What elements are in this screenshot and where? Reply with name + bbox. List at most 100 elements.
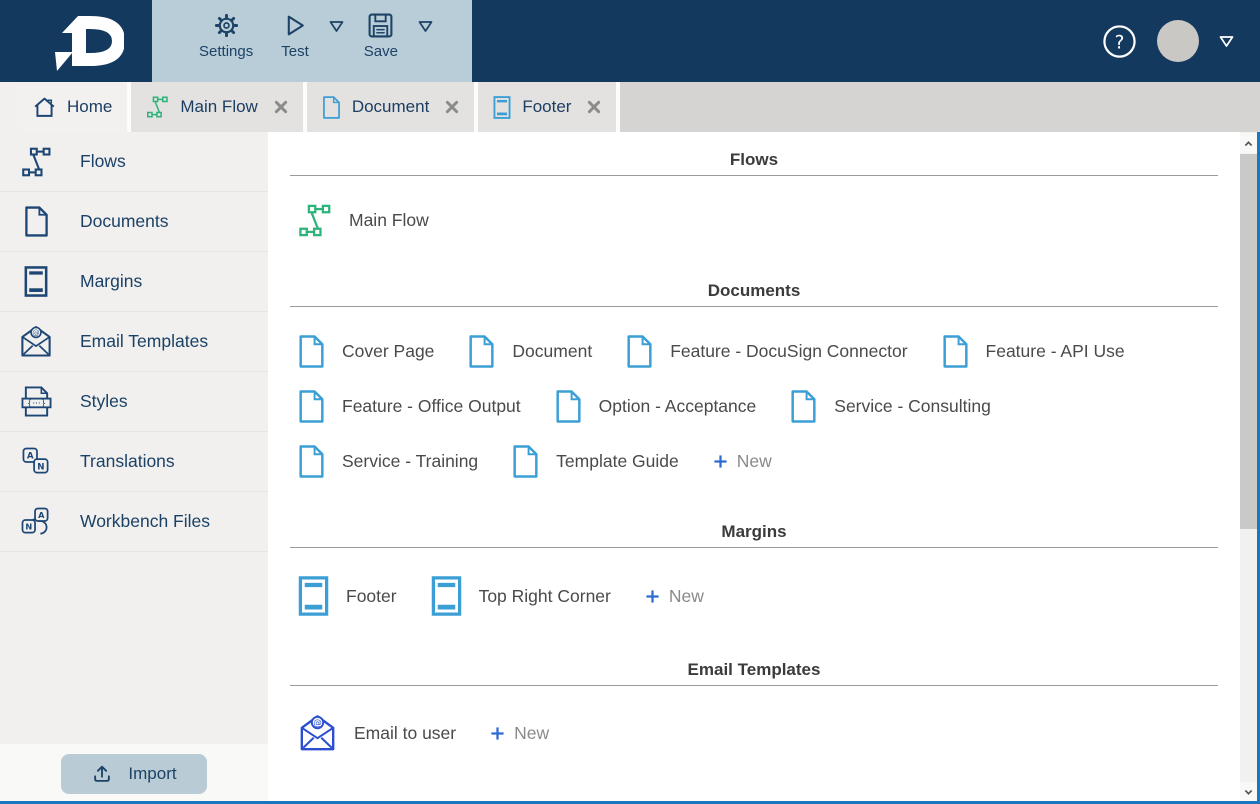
home-icon xyxy=(33,96,56,119)
section-items: Cover Page Document Feature - DocuSign Con… xyxy=(298,335,1168,478)
svg-text:N: N xyxy=(25,522,32,532)
section-items: @ Email to user New xyxy=(298,714,1168,752)
workbench-icon: AN xyxy=(16,507,56,536)
sidebar-item-margins[interactable]: Margins xyxy=(0,252,268,312)
sections-container: Flows Main Flow Documents Cover Page Documen… xyxy=(290,132,1218,752)
test-dropdown-icon[interactable] xyxy=(323,20,350,33)
close-tab-icon[interactable] xyxy=(587,100,601,114)
play-icon xyxy=(281,12,308,39)
flow-icon xyxy=(146,96,169,118)
document-icon xyxy=(512,445,539,478)
section-margins: Margins Footer Top Right Corner New xyxy=(290,522,1218,616)
document-icon xyxy=(298,445,325,478)
help-button[interactable]: ? xyxy=(1102,24,1137,59)
item-email-to-user[interactable]: @ Email to user xyxy=(298,714,456,752)
section-documents: Documents Cover Page Document Feature - Doc… xyxy=(290,281,1218,478)
scrollbar[interactable] xyxy=(1240,132,1257,804)
margin-icon xyxy=(431,576,462,616)
new-button[interactable]: New xyxy=(645,586,704,607)
toolbar: Settings Test Save xyxy=(152,0,472,82)
scroll-down-button[interactable] xyxy=(1240,782,1257,802)
document-icon xyxy=(942,335,969,368)
section-flows: Flows Main Flow xyxy=(290,150,1218,237)
close-tab-icon[interactable] xyxy=(445,100,459,114)
document-icon xyxy=(468,335,495,368)
new-button[interactable]: New xyxy=(490,723,549,744)
item-top-right-corner[interactable]: Top Right Corner xyxy=(431,576,611,616)
plus-icon xyxy=(645,589,660,604)
margin-icon xyxy=(298,576,329,616)
svg-text:A: A xyxy=(38,510,45,520)
tabbar-spacer xyxy=(0,82,18,132)
item-option-acceptance[interactable]: Option - Acceptance xyxy=(555,390,756,423)
item-feature-api-use[interactable]: Feature - API Use xyxy=(942,335,1125,368)
item-service-training[interactable]: Service - Training xyxy=(298,445,478,478)
tab-main-flow[interactable]: Main Flow xyxy=(131,82,307,132)
section-items: Footer Top Right Corner New xyxy=(298,576,1168,616)
margin-icon xyxy=(16,266,56,297)
item-service-consulting[interactable]: Service - Consulting xyxy=(790,390,991,423)
svg-text:N: N xyxy=(37,463,44,473)
logo-mark xyxy=(55,16,124,71)
item-feature-office-output[interactable]: Feature - Office Output xyxy=(298,390,521,423)
item-main-flow[interactable]: Main Flow xyxy=(298,204,429,237)
document-icon xyxy=(322,95,341,119)
test-button[interactable]: Test xyxy=(267,12,323,59)
item-feature-docusign-connector[interactable]: Feature - DocuSign Connector xyxy=(626,335,908,368)
section-items: Main Flow xyxy=(298,204,1168,237)
section-email-templates: Email Templates @ Email to user New xyxy=(290,660,1218,752)
translations-icon: AN xyxy=(16,447,56,476)
svg-text:?: ? xyxy=(1115,32,1125,53)
import-label: Import xyxy=(128,764,177,783)
topbar: Settings Test Save ? xyxy=(0,0,1260,82)
section-divider xyxy=(290,306,1218,307)
tab-document[interactable]: Document xyxy=(306,82,479,132)
user-menu-dropdown-icon[interactable] xyxy=(1219,35,1234,48)
document-icon xyxy=(298,390,325,423)
document-icon xyxy=(790,390,817,423)
document-icon xyxy=(626,335,653,368)
plus-icon xyxy=(713,454,728,469)
new-button[interactable]: New xyxy=(713,451,772,472)
import-button[interactable]: Import xyxy=(61,754,207,794)
scrollbar-thumb[interactable] xyxy=(1240,154,1257,529)
close-tab-icon[interactable] xyxy=(274,100,288,114)
sidebar-item-email-templates[interactable]: @ Email Templates xyxy=(0,312,268,372)
main-panel: Flows Main Flow Documents Cover Page Documen… xyxy=(268,132,1260,804)
topbar-right: ? xyxy=(1102,0,1260,82)
sidebar-item-styles[interactable]: {···} Styles xyxy=(0,372,268,432)
sidebar-item-translations[interactable]: A N Translations xyxy=(0,432,268,492)
scroll-up-button[interactable] xyxy=(1240,133,1257,153)
document-icon xyxy=(16,206,56,237)
save-button[interactable]: Save xyxy=(350,12,412,59)
save-dropdown-icon[interactable] xyxy=(412,20,439,33)
tab-home[interactable]: Home xyxy=(18,82,132,132)
plus-icon xyxy=(490,726,505,741)
sidebar-item-flows[interactable]: Flows xyxy=(0,132,268,192)
svg-text:A: A xyxy=(26,452,33,462)
content: Flows Documents Margins @ Email Templates {··… xyxy=(0,132,1260,804)
sidebar-item-documents[interactable]: Documents xyxy=(0,192,268,252)
item-cover-page[interactable]: Cover Page xyxy=(298,335,434,368)
svg-text:{···}: {···} xyxy=(26,399,45,409)
settings-button[interactable]: Settings xyxy=(185,12,267,59)
upload-icon xyxy=(91,763,113,785)
document-icon xyxy=(298,335,325,368)
avatar[interactable] xyxy=(1157,20,1199,62)
gear-icon xyxy=(213,12,240,39)
tab-bar: Home Main Flow Document Footer xyxy=(0,82,1260,132)
section-title: Margins xyxy=(721,522,787,541)
item-document[interactable]: Document xyxy=(468,335,592,368)
item-footer[interactable]: Footer xyxy=(298,576,397,616)
flow-icon xyxy=(16,147,56,177)
app-logo[interactable] xyxy=(0,0,152,82)
tab-footer[interactable]: Footer xyxy=(478,82,621,132)
section-title: Documents xyxy=(707,281,801,300)
section-divider xyxy=(290,685,1218,686)
item-template-guide[interactable]: Template Guide xyxy=(512,445,679,478)
flow-icon xyxy=(298,204,332,237)
section-divider xyxy=(290,547,1218,548)
sidebar-item-workbench-files[interactable]: A N Workbench Files xyxy=(0,492,268,552)
section-divider xyxy=(290,175,1218,176)
section-title: Email Templates xyxy=(687,660,821,679)
